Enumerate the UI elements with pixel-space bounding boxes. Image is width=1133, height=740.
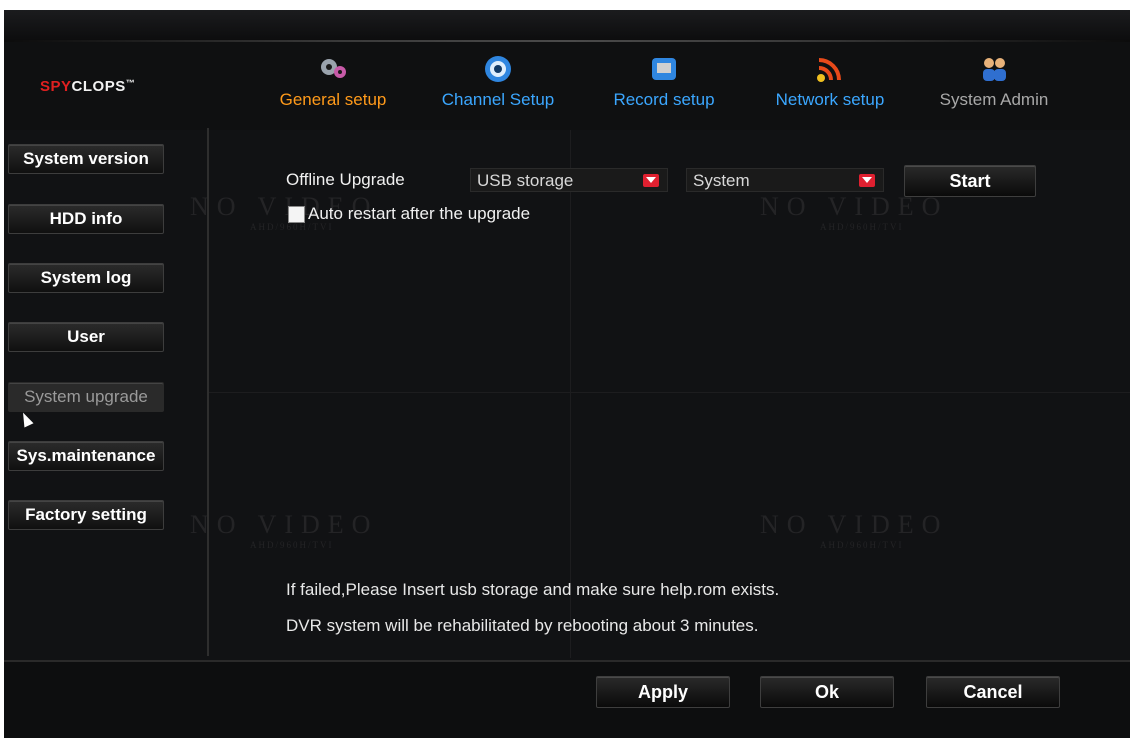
sidebar-item-hdd-info[interactable]: HDD info <box>8 204 164 234</box>
cancel-button[interactable]: Cancel <box>926 676 1060 708</box>
wifi-signal-icon <box>815 54 845 84</box>
upgrade-source-select[interactable]: USB storage <box>470 168 668 192</box>
sidebar-item-system-log[interactable]: System log <box>8 263 164 293</box>
sidebar-item-system-version[interactable]: System version <box>8 144 164 174</box>
apply-button[interactable]: Apply <box>596 676 730 708</box>
offline-upgrade-label: Offline Upgrade <box>286 170 405 189</box>
logo-o: O <box>92 78 105 95</box>
tab-general-setup-label: General setup <box>279 90 387 109</box>
logo-tm: ™ <box>125 78 136 88</box>
tab-general-setup[interactable]: General setup <box>268 54 398 110</box>
camera-lens-icon <box>483 54 513 84</box>
tab-network-setup[interactable]: Network setup <box>764 54 896 110</box>
tab-record-setup-label: Record setup <box>613 90 715 109</box>
tab-system-admin-label: System Admin <box>939 90 1049 109</box>
sidebar-item-system-upgrade[interactable]: System upgrade <box>8 382 164 412</box>
no-video-subtext: AHD/960H/TVI <box>820 540 904 550</box>
tab-record-setup[interactable]: Record setup <box>602 54 726 110</box>
dropdown-arrow-icon <box>643 174 659 187</box>
logo-end: PS <box>104 78 126 95</box>
upgrade-source-value: USB storage <box>477 171 574 190</box>
grid-divider-vertical <box>570 130 571 658</box>
sidebar-divider <box>207 128 209 656</box>
no-video-text: NO VIDEO <box>190 510 379 539</box>
mouse-cursor-icon <box>18 410 34 428</box>
help-message-line-1: If failed,Please Insert usb storage and … <box>286 580 780 599</box>
video-recorder-icon <box>649 54 679 84</box>
start-button[interactable]: Start <box>904 165 1036 197</box>
users-icon <box>979 54 1009 84</box>
auto-restart-label: Auto restart after the upgrade <box>308 204 531 223</box>
no-video-subtext: AHD/960H/TVI <box>250 540 334 550</box>
no-video-watermark: NO VIDEO AHD/960H/TVI <box>760 192 948 232</box>
sidebar-item-factory-setting[interactable]: Factory setting <box>8 500 164 530</box>
dvr-settings-window: SPYCLOPS™ General setup Channel Setup Re… <box>4 10 1130 738</box>
no-video-watermark: NO VIDEO AHD/960H/TVI <box>760 510 948 550</box>
logo-main: CL <box>71 78 93 95</box>
gears-icon <box>318 54 348 84</box>
top-bar <box>4 10 1130 42</box>
logo-prefix: SPY <box>40 78 72 95</box>
upgrade-target-select[interactable]: System <box>686 168 884 192</box>
no-video-text: NO VIDEO <box>760 510 949 539</box>
no-video-subtext: AHD/960H/TVI <box>820 222 904 232</box>
no-video-watermark: NO VIDEO AHD/960H/TVI <box>190 510 378 550</box>
auto-restart-checkbox[interactable] <box>288 206 305 223</box>
grid-divider-horizontal <box>209 392 1130 393</box>
dropdown-arrow-icon <box>859 174 875 187</box>
ok-button[interactable]: Ok <box>760 676 894 708</box>
sidebar-item-sys-maintenance[interactable]: Sys.maintenance <box>8 441 164 471</box>
tab-system-admin[interactable]: System Admin <box>928 54 1060 110</box>
sidebar-item-user[interactable]: User <box>8 322 164 352</box>
tab-channel-setup[interactable]: Channel Setup <box>432 54 564 110</box>
upgrade-target-value: System <box>693 171 750 190</box>
tab-channel-setup-label: Channel Setup <box>441 90 555 109</box>
help-message-line-2: DVR system will be rehabilitated by rebo… <box>286 616 759 635</box>
brand-logo: SPYCLOPS™ <box>40 78 135 95</box>
tab-network-setup-label: Network setup <box>775 90 885 109</box>
